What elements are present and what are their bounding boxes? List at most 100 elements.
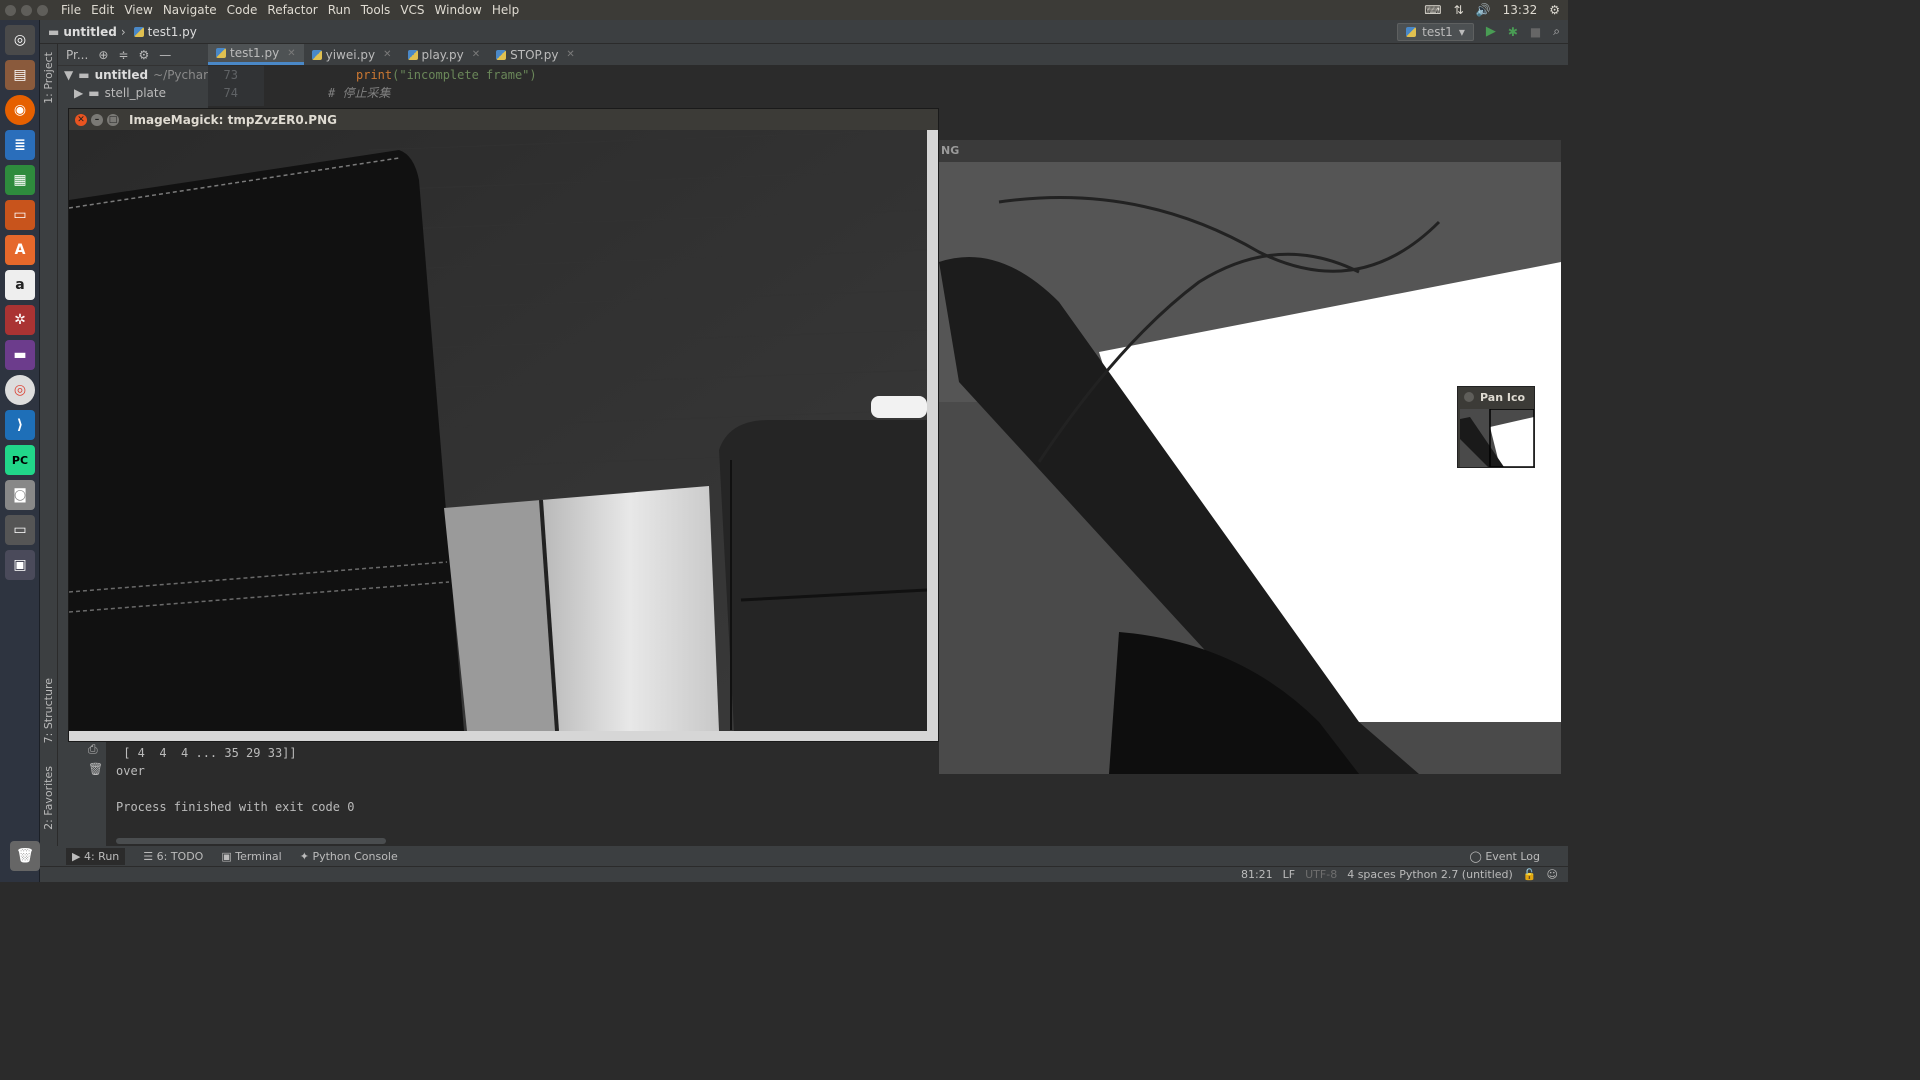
folder-icon: ▬ — [78, 68, 90, 82]
run-icon[interactable]: ▶ — [1486, 24, 1496, 39]
tree-root[interactable]: ▼ ▬ untitled ~/PycharmP — [58, 66, 208, 84]
python-file-icon — [496, 49, 507, 60]
trash-icon[interactable]: 🗑 — [10, 841, 40, 871]
screenshot-icon[interactable]: ◙ — [5, 480, 35, 510]
collapse-icon[interactable]: ≑ — [118, 48, 128, 62]
pan-icon-titlebar: Pan Ico — [1458, 387, 1534, 407]
console-output[interactable]: [ 4 4 4 ... 35 29 33]] over Process fini… — [116, 744, 354, 816]
window-close-button[interactable] — [5, 4, 16, 16]
tab-favorites[interactable]: 2: Favorites — [42, 766, 55, 830]
run-config-selector[interactable]: test1 ▾ — [1397, 22, 1474, 41]
tab-play[interactable]: play.py ✕ — [400, 44, 489, 65]
window-maximize-button[interactable] — [37, 4, 48, 16]
menu-view[interactable]: View — [119, 3, 157, 17]
menu-window[interactable]: Window — [430, 3, 487, 17]
locate-icon[interactable]: ⊕ — [98, 48, 108, 62]
window-title-fragment: NG — [941, 144, 960, 157]
tab-project[interactable]: 1: Project — [42, 52, 55, 104]
expanded-arrow-icon: ▼ — [64, 68, 74, 82]
terminal-app-icon[interactable]: ▭ — [5, 515, 35, 545]
menu-edit[interactable]: Edit — [86, 3, 119, 17]
breadcrumb-project[interactable]: ▬ untitled › — [48, 25, 126, 39]
captured-image-drawing — [69, 130, 927, 731]
workspace-icon[interactable]: ▣ — [5, 550, 35, 580]
keyboard-icon[interactable]: ⌨ — [1424, 3, 1441, 17]
menu-file[interactable]: File — [56, 3, 86, 17]
file-encoding[interactable]: UTF-8 — [1305, 868, 1337, 881]
editor-tabs: test1.py ✕ yiwei.py ✕ play.py ✕ STOP.py … — [208, 44, 1568, 66]
firefox-icon[interactable]: ◉ — [5, 95, 35, 125]
menu-refactor[interactable]: Refactor — [262, 3, 322, 17]
line-gutter: 73 74 — [208, 66, 264, 106]
folder-icon: ▬ — [48, 24, 60, 39]
captured-image — [69, 130, 927, 731]
calc-icon[interactable]: ▦ — [5, 165, 35, 195]
close-icon[interactable]: ✕ — [287, 48, 295, 59]
status-bar: 81:21 LF UTF-8 4 spaces Python 2.7 (unti… — [40, 866, 1568, 882]
gear-icon[interactable]: ⚙ — [138, 48, 149, 62]
window-minimize-button[interactable] — [21, 4, 32, 16]
trash-icon[interactable]: 🗑 — [88, 762, 103, 776]
imagemagick-window[interactable]: ✕ – □ ImageMagick: tmpZvzER0.PNG — [68, 108, 939, 742]
media-icon[interactable]: ▬ — [5, 340, 35, 370]
tab-test1[interactable]: test1.py ✕ — [208, 44, 304, 65]
impress-icon[interactable]: ▭ — [5, 200, 35, 230]
indent-interpreter[interactable]: 4 spaces Python 2.7 (untitled) — [1347, 868, 1513, 881]
menu-code[interactable]: Code — [222, 3, 263, 17]
dash-icon[interactable]: ◎ — [5, 25, 35, 55]
tab-run[interactable]: ▶ 4: Run — [66, 847, 126, 865]
tab-structure[interactable]: 7: Structure — [42, 678, 55, 743]
search-icon[interactable]: ⌕ — [1553, 24, 1560, 39]
close-icon[interactable]: ✕ — [383, 49, 391, 60]
console-scrollbar[interactable] — [116, 838, 386, 844]
print-icon[interactable]: ⎙ — [88, 742, 98, 757]
maximize-icon[interactable]: □ — [107, 113, 119, 126]
code-editor[interactable]: 73 74 print("incomplete frame") # 停止采集 — [208, 66, 1568, 106]
vscode-icon[interactable]: ⟩ — [5, 410, 35, 440]
clock[interactable]: 13:32 — [1503, 3, 1538, 17]
writer-icon[interactable]: ≣ — [5, 130, 35, 160]
pan-thumbnail[interactable] — [1460, 409, 1534, 467]
volume-icon[interactable]: 🔊 — [1476, 3, 1491, 17]
stop-icon[interactable]: ■ — [1530, 25, 1541, 39]
network-icon[interactable]: ⇅ — [1454, 3, 1464, 17]
menu-vcs[interactable]: VCS — [395, 3, 429, 17]
collapsed-arrow-icon: ▶ — [74, 86, 84, 100]
menu-tools[interactable]: Tools — [356, 3, 396, 17]
tab-event-log[interactable]: ◯ Event Log — [1470, 850, 1568, 863]
menu-bar: File Edit View Navigate Code Refactor Ru… — [56, 3, 524, 17]
chrome-icon[interactable]: ◎ — [5, 375, 35, 405]
breadcrumb-file[interactable]: test1.py — [133, 25, 197, 39]
tab-stop[interactable]: STOP.py ✕ — [488, 44, 583, 65]
lock-icon[interactable]: 🔓 — [1523, 868, 1537, 881]
minimize-icon[interactable]: – — [91, 113, 103, 126]
caret-position[interactable]: 81:21 — [1241, 868, 1273, 881]
menu-navigate[interactable]: Navigate — [158, 3, 222, 17]
hide-icon[interactable]: — — [159, 48, 171, 62]
files-icon[interactable]: ▤ — [5, 60, 35, 90]
close-icon[interactable]: ✕ — [566, 49, 574, 60]
software-center-icon[interactable]: A — [5, 235, 35, 265]
pycharm-icon[interactable]: PC — [5, 445, 35, 475]
menu-run[interactable]: Run — [323, 3, 356, 17]
line-separator[interactable]: LF — [1283, 868, 1295, 881]
amazon-icon[interactable]: a — [5, 270, 35, 300]
debug-icon[interactable]: ✱ — [1508, 25, 1518, 39]
close-icon[interactable]: ✕ — [472, 49, 480, 60]
project-view-selector[interactable]: Pr... — [66, 48, 88, 62]
tab-yiwei[interactable]: yiwei.py ✕ — [304, 44, 400, 65]
imagemagick-titlebar[interactable]: ✕ – □ ImageMagick: tmpZvzER0.PNG — [69, 109, 938, 130]
tree-item-stell-plate[interactable]: ▶ ▬ stell_plate — [58, 84, 208, 102]
tab-python-console[interactable]: ✦ Python Console — [300, 850, 398, 863]
tab-terminal[interactable]: ▣ Terminal — [221, 850, 281, 863]
python-file-icon — [133, 26, 144, 37]
tab-todo[interactable]: ☰ 6: TODO — [143, 850, 203, 863]
pan-icon-window[interactable]: Pan Ico — [1457, 386, 1535, 468]
menu-help[interactable]: Help — [487, 3, 524, 17]
close-icon[interactable] — [1464, 392, 1474, 402]
inspector-icon[interactable]: ☺ — [1547, 868, 1558, 881]
gear-icon[interactable]: ⚙ — [1549, 3, 1560, 17]
settings-icon[interactable]: ✲ — [5, 305, 35, 335]
close-icon[interactable]: ✕ — [75, 113, 87, 126]
bottom-tool-tabs: ▶ 4: Run ☰ 6: TODO ▣ Terminal ✦ Python C… — [40, 846, 1568, 866]
